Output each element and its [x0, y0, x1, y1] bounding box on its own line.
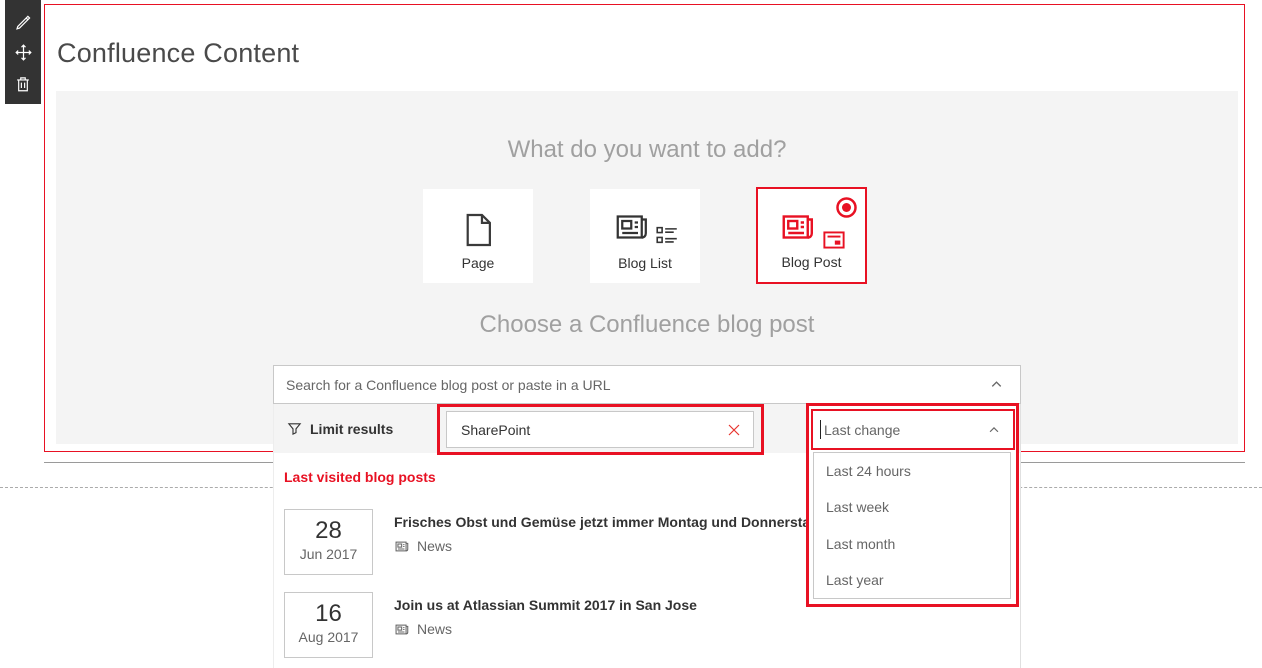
last-visited-label: Last visited blog posts — [284, 469, 436, 485]
post-category: News — [417, 621, 452, 637]
last-change-dropdown-value: Last change — [821, 422, 987, 438]
last-change-options-list: Last 24 hours Last week Last month Last … — [813, 452, 1011, 599]
post-day: 16 — [285, 601, 372, 627]
webpart-toolbar — [5, 0, 41, 104]
option-card-blog-post[interactable]: Blog Post — [756, 187, 867, 284]
last-change-dropdown[interactable]: Last change — [811, 409, 1015, 450]
post-date-box: 28 Jun 2017 — [284, 509, 373, 575]
annotation-box-keyword-filter: SharePoint — [437, 404, 764, 455]
keyword-filter-input[interactable]: SharePoint — [446, 411, 754, 448]
option-last-week[interactable]: Last week — [814, 489, 1010, 525]
annotation-box-date-dropdown: Last change Last 24 hours Last week Last… — [806, 403, 1019, 607]
post-title: Join us at Atlassian Summit 2017 in San … — [394, 597, 697, 613]
blog-list-icon — [590, 209, 700, 245]
option-card-label: Blog List — [618, 255, 672, 271]
option-card-page[interactable]: Page — [423, 189, 533, 283]
search-placeholder: Search for a Confluence blog post or pas… — [274, 377, 989, 393]
collapse-chevron-up-icon[interactable] — [989, 377, 1020, 392]
post-category: News — [417, 538, 452, 554]
option-last-month[interactable]: Last month — [814, 526, 1010, 562]
move-icon[interactable] — [13, 42, 33, 62]
post-title: Frisches Obst und Gemüse jetzt immer Mon… — [394, 514, 819, 530]
post-date-box: 16 Aug 2017 — [284, 592, 373, 658]
option-last-24-hours[interactable]: Last 24 hours — [814, 453, 1010, 489]
option-last-year[interactable]: Last year — [814, 562, 1010, 598]
option-card-blog-list[interactable]: Blog List — [590, 189, 700, 283]
filter-funnel-icon — [287, 421, 302, 436]
option-card-label: Page — [462, 255, 495, 271]
news-icon — [394, 539, 410, 554]
option-card-label: Blog Post — [782, 254, 842, 270]
post-month-year: Aug 2017 — [285, 629, 372, 645]
webpart-title: Confluence Content — [57, 38, 299, 69]
picker-heading: What do you want to add? — [56, 136, 1238, 164]
blog-post-search-input[interactable]: Search for a Confluence blog post or pas… — [273, 365, 1021, 404]
edit-pencil-icon[interactable] — [13, 10, 33, 30]
limit-results-label: Limit results — [310, 421, 393, 437]
post-day: 28 — [285, 518, 372, 544]
picker-subheading: Choose a Confluence blog post — [56, 311, 1238, 339]
post-month-year: Jun 2017 — [285, 546, 372, 562]
news-icon — [394, 622, 410, 637]
page: Confluence Content What do you want to a… — [0, 0, 1262, 668]
keyword-filter-value: SharePoint — [447, 422, 726, 438]
page-icon — [423, 209, 533, 251]
blog-post-icon — [758, 209, 865, 245]
trash-icon[interactable] — [13, 74, 33, 94]
dropdown-chevron-up-icon — [987, 423, 1013, 437]
clear-filter-x-icon[interactable] — [726, 422, 753, 438]
